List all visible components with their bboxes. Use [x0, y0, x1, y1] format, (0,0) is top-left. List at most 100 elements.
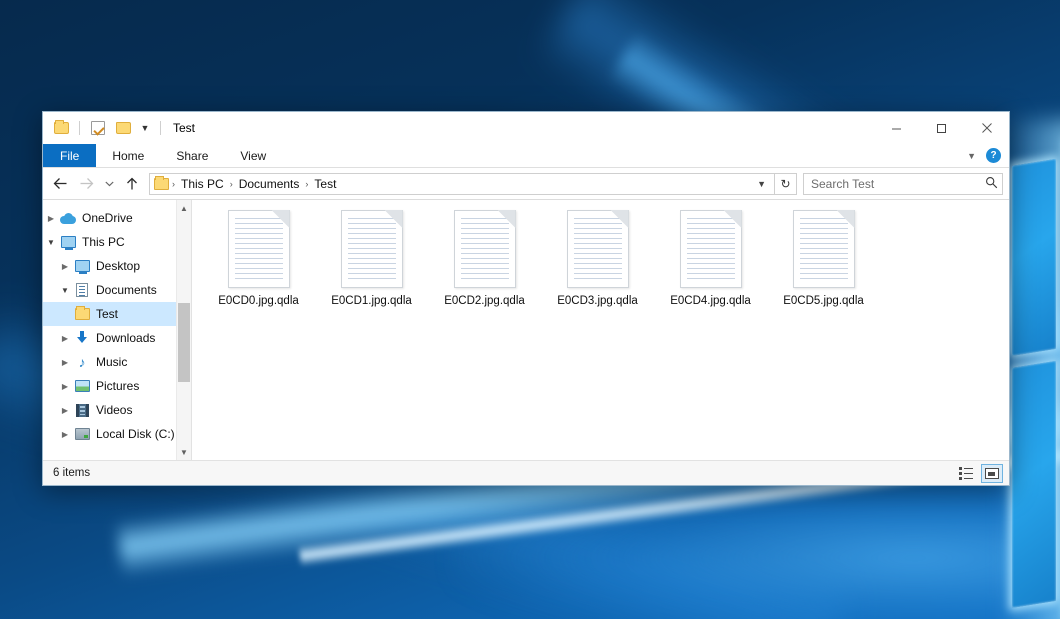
- tab-home[interactable]: Home: [96, 144, 160, 167]
- properties-checkmark-icon[interactable]: [88, 118, 108, 138]
- chevron-right-icon[interactable]: ▶: [57, 382, 73, 391]
- generic-file-icon: [341, 210, 403, 288]
- chevron-up-icon[interactable]: ▲: [177, 200, 191, 216]
- window-body: ▶ OneDrive ▼ This PC ▶ Desktop ▼: [43, 199, 1009, 460]
- details-view-button[interactable]: [955, 464, 977, 483]
- folder-icon: [154, 178, 169, 190]
- sidebar-item-test[interactable]: Test: [43, 302, 191, 326]
- list-item[interactable]: E0CD1.jpg.qdla: [315, 208, 428, 326]
- sidebar-item-label: This PC: [82, 235, 125, 249]
- list-item[interactable]: E0CD3.jpg.qdla: [541, 208, 654, 326]
- breadcrumb-item-documents[interactable]: Documents: [234, 177, 305, 191]
- item-count-label: 6 items: [53, 467, 90, 479]
- file-name-label: E0CD2.jpg.qdla: [444, 295, 525, 307]
- list-item[interactable]: E0CD0.jpg.qdla: [202, 208, 315, 326]
- desktop-wallpaper: ▼ Test File Home Share View: [0, 0, 1060, 619]
- generic-file-icon: [793, 210, 855, 288]
- document-icon: [73, 282, 91, 298]
- search-box[interactable]: Search Test: [803, 173, 1003, 195]
- sidebar-item-music[interactable]: ▶ ♪ Music: [43, 350, 191, 374]
- tab-share[interactable]: Share: [160, 144, 224, 167]
- sidebar-item-documents[interactable]: ▼ Documents: [43, 278, 191, 302]
- chevron-right-icon[interactable]: ▶: [57, 358, 73, 367]
- new-folder-icon[interactable]: [113, 118, 133, 138]
- chevron-right-icon[interactable]: ▶: [57, 406, 73, 415]
- picture-icon: [73, 378, 91, 394]
- large-icons-view-icon: [985, 468, 999, 479]
- breadcrumb-item-this-pc[interactable]: This PC: [176, 177, 229, 191]
- folder-icon[interactable]: [51, 118, 71, 138]
- address-bar: › This PC › Documents › Test ▼ ↻ Search …: [43, 168, 1009, 199]
- file-name-label: E0CD1.jpg.qdla: [331, 295, 412, 307]
- file-list-view[interactable]: E0CD0.jpg.qdla E0CD1.jpg.qdla E0CD2.jpg.…: [191, 200, 1009, 460]
- chevron-down-icon[interactable]: ▼: [43, 238, 59, 247]
- scrollbar-track[interactable]: [177, 216, 191, 444]
- generic-file-icon: [567, 210, 629, 288]
- generic-file-icon: [228, 210, 290, 288]
- minimize-icon[interactable]: [874, 112, 919, 144]
- folder-icon: [73, 306, 91, 322]
- sidebar-item-label: Downloads: [96, 331, 155, 345]
- large-icons-view-button[interactable]: [981, 464, 1003, 483]
- up-arrow-icon[interactable]: [119, 171, 145, 197]
- logo-pane-bottom-left: [1012, 361, 1056, 608]
- list-item[interactable]: E0CD5.jpg.qdla: [767, 208, 880, 326]
- sidebar-item-label: Videos: [96, 403, 132, 417]
- chevron-down-icon[interactable]: ▼: [57, 286, 73, 295]
- video-icon: [73, 402, 91, 418]
- sidebar-item-label: Test: [96, 307, 118, 321]
- view-switch-group: [955, 464, 1003, 483]
- monitor-icon: [73, 258, 91, 274]
- sidebar-item-onedrive[interactable]: ▶ OneDrive: [43, 206, 191, 230]
- sidebar-item-videos[interactable]: ▶ Videos: [43, 398, 191, 422]
- music-icon: ♪: [73, 354, 91, 370]
- list-item[interactable]: E0CD4.jpg.qdla: [654, 208, 767, 326]
- forward-arrow-icon[interactable]: [73, 171, 99, 197]
- window-title: Test: [173, 121, 195, 135]
- chevron-down-icon[interactable]: ▼: [751, 179, 772, 189]
- generic-file-icon: [680, 210, 742, 288]
- quick-access-toolbar: ▼ Test: [43, 112, 195, 144]
- sidebar-item-label: Documents: [96, 283, 157, 297]
- monitor-icon: [59, 234, 77, 250]
- chevron-right-icon[interactable]: ▶: [43, 214, 59, 223]
- chevron-right-icon[interactable]: ▶: [57, 334, 73, 343]
- chevron-down-icon[interactable]: ▼: [967, 151, 976, 161]
- sidebar-item-this-pc[interactable]: ▼ This PC: [43, 230, 191, 254]
- help-icon[interactable]: ?: [986, 148, 1001, 163]
- breadcrumb-item-test[interactable]: Test: [309, 177, 341, 191]
- chevron-right-icon[interactable]: ▶: [57, 430, 73, 439]
- chevron-down-icon[interactable]: ▼: [177, 444, 191, 460]
- sidebar-item-label: OneDrive: [82, 211, 133, 225]
- tab-view[interactable]: View: [224, 144, 282, 167]
- sidebar-item-downloads[interactable]: ▶ Downloads: [43, 326, 191, 350]
- breadcrumb[interactable]: › This PC › Documents › Test ▼: [149, 173, 775, 195]
- sidebar-item-pictures[interactable]: ▶ Pictures: [43, 374, 191, 398]
- back-arrow-icon[interactable]: [47, 171, 73, 197]
- title-bar: ▼ Test: [43, 112, 1009, 144]
- chevron-right-icon[interactable]: ▶: [57, 262, 73, 271]
- file-name-label: E0CD5.jpg.qdla: [783, 295, 864, 307]
- close-icon[interactable]: [964, 112, 1009, 144]
- recent-locations-chevron-down-icon[interactable]: [99, 171, 119, 197]
- search-input[interactable]: Search Test: [811, 177, 985, 191]
- sidebar-item-desktop[interactable]: ▶ Desktop: [43, 254, 191, 278]
- refresh-icon[interactable]: ↻: [775, 173, 797, 195]
- file-name-label: E0CD4.jpg.qdla: [670, 295, 751, 307]
- tab-file[interactable]: File: [43, 144, 96, 167]
- list-item[interactable]: E0CD2.jpg.qdla: [428, 208, 541, 326]
- search-icon: [985, 176, 998, 192]
- status-bar: 6 items: [43, 460, 1009, 485]
- navigation-scrollbar[interactable]: ▲ ▼: [176, 200, 191, 460]
- navigation-pane: ▶ OneDrive ▼ This PC ▶ Desktop ▼: [43, 200, 191, 460]
- scrollbar-thumb[interactable]: [178, 303, 190, 383]
- file-name-label: E0CD3.jpg.qdla: [557, 295, 638, 307]
- sidebar-item-label: Music: [96, 355, 127, 369]
- logo-pane-top-left: [1012, 159, 1056, 356]
- maximize-icon[interactable]: [919, 112, 964, 144]
- sidebar-item-local-disk-c[interactable]: ▶ Local Disk (C:): [43, 422, 191, 446]
- file-name-label: E0CD0.jpg.qdla: [218, 295, 299, 307]
- disk-icon: [73, 426, 91, 442]
- sidebar-item-label: Desktop: [96, 259, 140, 273]
- chevron-down-icon[interactable]: ▼: [138, 124, 152, 133]
